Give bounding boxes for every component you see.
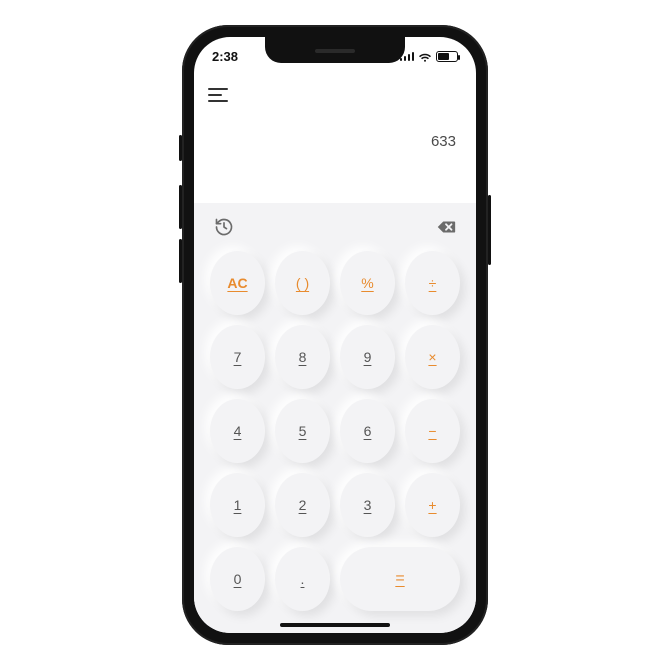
key-decimal[interactable]: . xyxy=(275,547,330,611)
phone-side-button xyxy=(488,195,491,265)
status-time: 2:38 xyxy=(212,49,238,64)
key-subtract[interactable]: − xyxy=(405,399,460,463)
key-2[interactable]: 2 xyxy=(275,473,330,537)
key-equals[interactable]: = xyxy=(340,547,460,611)
history-button[interactable] xyxy=(212,215,236,239)
key-4[interactable]: 4 xyxy=(210,399,265,463)
key-percent[interactable]: % xyxy=(340,251,395,315)
phone-notch xyxy=(265,37,405,63)
home-indicator[interactable] xyxy=(280,623,390,627)
key-parentheses[interactable]: ( ) xyxy=(275,251,330,315)
wifi-icon xyxy=(418,51,432,61)
key-0[interactable]: 0 xyxy=(210,547,265,611)
backspace-button[interactable] xyxy=(434,215,458,239)
keypad: AC ( ) % ÷ 7 8 9 × 4 5 6 − 1 2 3 + 0 xyxy=(206,243,464,615)
menu-button[interactable] xyxy=(208,81,236,109)
key-1[interactable]: 1 xyxy=(210,473,265,537)
key-8[interactable]: 8 xyxy=(275,325,330,389)
key-6[interactable]: 6 xyxy=(340,399,395,463)
calculator-display: 633 xyxy=(208,109,462,189)
phone-side-button xyxy=(179,239,182,283)
key-divide[interactable]: ÷ xyxy=(405,251,460,315)
phone-side-button xyxy=(179,185,182,229)
phone-side-button xyxy=(179,135,182,161)
key-multiply[interactable]: × xyxy=(405,325,460,389)
key-9[interactable]: 9 xyxy=(340,325,395,389)
key-add[interactable]: + xyxy=(405,473,460,537)
key-5[interactable]: 5 xyxy=(275,399,330,463)
key-7[interactable]: 7 xyxy=(210,325,265,389)
battery-icon xyxy=(436,51,458,62)
key-clear[interactable]: AC xyxy=(210,251,265,315)
key-3[interactable]: 3 xyxy=(340,473,395,537)
phone-frame: 2:38 633 xyxy=(182,25,488,645)
